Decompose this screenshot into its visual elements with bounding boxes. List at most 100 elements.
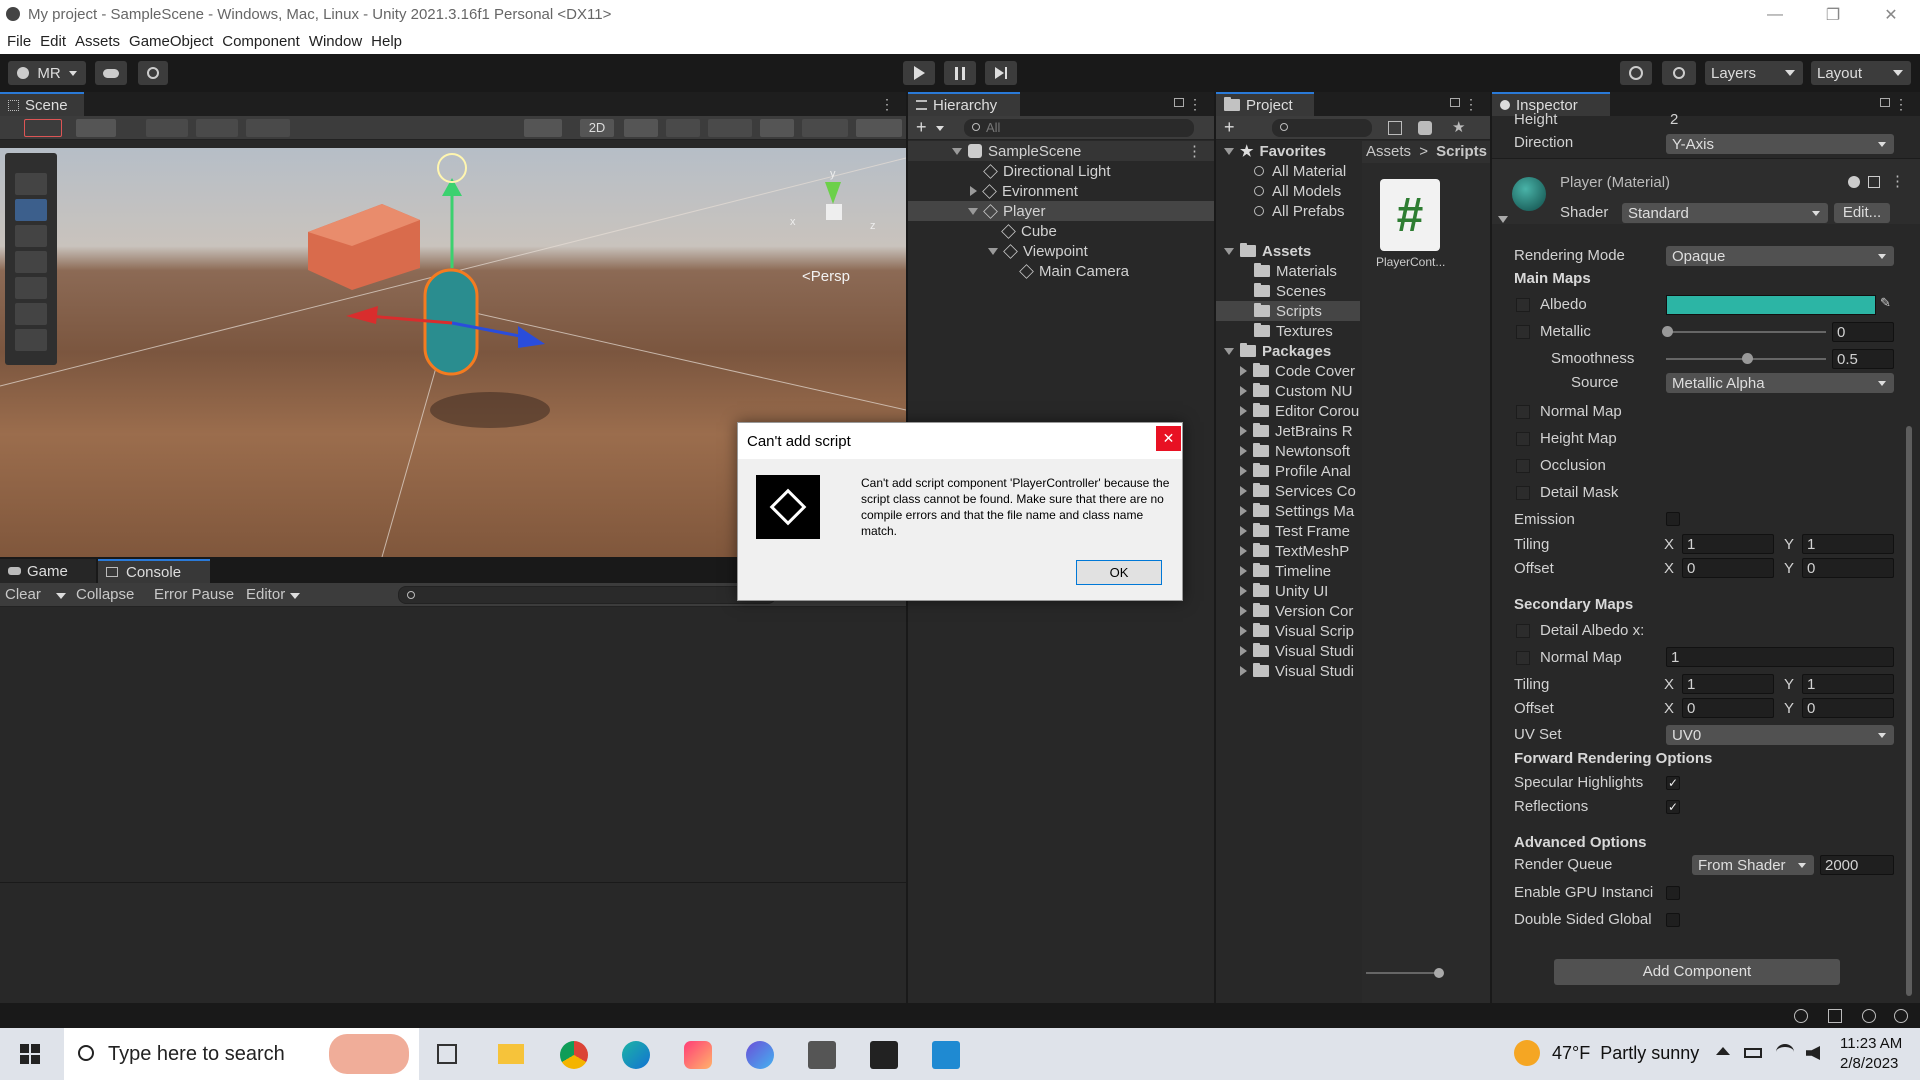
script-asset[interactable]: # <box>1380 179 1440 251</box>
volume-icon[interactable] <box>1806 1046 1820 1060</box>
hierarchy-item[interactable]: Evironment <box>908 181 1214 201</box>
smoothness-slider-handle[interactable] <box>1742 353 1753 364</box>
reflections-checkbox[interactable]: ✓ <box>1666 800 1680 814</box>
height-map-slot[interactable] <box>1516 432 1530 446</box>
lock-icon[interactable] <box>1450 98 1460 107</box>
panel-menu-icon[interactable]: ⋮ <box>1188 96 1202 113</box>
layout-dropdown[interactable]: Layout <box>1811 61 1911 85</box>
chrome-icon[interactable] <box>560 1041 588 1069</box>
normal-map-slot[interactable] <box>1516 405 1530 419</box>
tab-project[interactable]: Project <box>1216 92 1314 116</box>
tab-console[interactable]: Console <box>98 559 210 583</box>
menu-help[interactable]: Help <box>371 33 402 50</box>
tree-item-package[interactable]: Code Cover <box>1216 361 1360 381</box>
emission-checkbox[interactable] <box>1666 512 1680 526</box>
settings-icon[interactable] <box>1868 176 1880 188</box>
task-view-icon[interactable] <box>437 1044 457 1064</box>
render-queue-value-field[interactable]: 2000 <box>1820 855 1894 875</box>
expand-arrow-icon[interactable] <box>970 186 977 196</box>
dialog-ok-button[interactable]: OK <box>1076 560 1162 585</box>
file-explorer-icon[interactable] <box>498 1044 524 1064</box>
persp-label[interactable]: <Persp <box>802 268 850 285</box>
expand-arrow-icon[interactable] <box>968 207 978 215</box>
project-search-input[interactable] <box>1272 119 1372 137</box>
tiling2-x-field[interactable]: 1 <box>1682 674 1774 694</box>
search-by-type-icon[interactable] <box>1388 121 1402 135</box>
metallic-slider-track[interactable] <box>1666 331 1826 333</box>
metallic-value-field[interactable]: 0 <box>1832 322 1894 342</box>
console-detail-area[interactable] <box>0 882 906 1003</box>
close-window-button[interactable]: ✕ <box>1862 0 1920 29</box>
tree-item-package[interactable]: Editor Corou <box>1216 401 1360 421</box>
cloud-button[interactable] <box>95 61 127 85</box>
edit-shader-button[interactable]: Edit... <box>1834 203 1890 223</box>
status-icon[interactable] <box>1828 1009 1842 1023</box>
hierarchy-item[interactable]: Directional Light <box>908 161 1214 181</box>
collab-button[interactable] <box>138 61 168 85</box>
tiling-x-field[interactable]: 1 <box>1682 534 1774 554</box>
unity-hub-icon[interactable] <box>808 1041 836 1069</box>
foldout-arrow-icon[interactable] <box>1498 216 1508 223</box>
panel-menu-icon[interactable]: ⋮ <box>1894 96 1908 113</box>
layers-dropdown[interactable]: Layers <box>1705 61 1803 85</box>
favorite-star-icon[interactable]: ★ <box>1452 118 1465 136</box>
offset2-x-field[interactable]: 0 <box>1682 698 1774 718</box>
console-search-input[interactable] <box>398 586 776 604</box>
tree-item-folder[interactable]: Scenes <box>1216 281 1360 301</box>
double-sided-checkbox[interactable] <box>1666 913 1680 927</box>
expand-arrow-icon[interactable] <box>1240 446 1247 456</box>
rotate-tool-icon[interactable] <box>15 225 47 247</box>
menu-window[interactable]: Window <box>309 33 362 50</box>
menu-edit[interactable]: Edit <box>40 33 66 50</box>
menu-gameobject[interactable]: GameObject <box>129 33 213 50</box>
expand-arrow-icon[interactable] <box>1240 666 1247 676</box>
tree-item-folder[interactable]: Materials <box>1216 261 1360 281</box>
expand-arrow-icon[interactable] <box>1240 406 1247 416</box>
rendering-mode-dropdown[interactable]: Opaque <box>1666 246 1894 266</box>
tree-item-package[interactable]: Custom NU <box>1216 381 1360 401</box>
tiling2-y-field[interactable]: 1 <box>1802 674 1894 694</box>
render-queue-mode-dropdown[interactable]: From Shader <box>1692 855 1814 875</box>
dialog-close-button[interactable]: ✕ <box>1156 426 1181 451</box>
add-component-button[interactable]: Add Component <box>1554 959 1840 985</box>
effects-dropdown[interactable] <box>708 119 752 137</box>
search-by-label-icon[interactable] <box>1418 121 1432 135</box>
direction-dropdown[interactable]: Y-Axis <box>1666 134 1894 154</box>
tree-item-package[interactable]: Services Co <box>1216 481 1360 501</box>
grid-snap-dropdown[interactable] <box>146 119 188 137</box>
secondary-normal-map-slot[interactable] <box>1516 651 1530 665</box>
hierarchy-item[interactable]: Cube <box>908 221 1214 241</box>
search-button[interactable] <box>1662 61 1696 85</box>
tree-item-package[interactable]: Newtonsoft <box>1216 441 1360 461</box>
tab-game[interactable]: Game <box>0 559 96 583</box>
metallic-texture-slot[interactable] <box>1516 325 1530 339</box>
expand-arrow-icon[interactable] <box>1240 646 1247 656</box>
expand-arrow-icon[interactable] <box>1240 546 1247 556</box>
expand-arrow-icon[interactable] <box>952 147 962 155</box>
create-button[interactable]: + <box>916 117 927 138</box>
scale-tool-icon[interactable] <box>15 251 47 273</box>
tree-item-package[interactable]: Unity UI <box>1216 581 1360 601</box>
tree-item-package[interactable]: Visual Scrip <box>1216 621 1360 641</box>
expand-arrow-icon[interactable] <box>1224 147 1234 155</box>
expand-arrow-icon[interactable] <box>1240 366 1247 376</box>
tree-item-favorite[interactable]: All Prefabs <box>1216 201 1360 221</box>
lock-icon[interactable] <box>1174 98 1184 107</box>
detail-mask-slot[interactable] <box>1516 486 1530 500</box>
tab-scene[interactable]: Scene <box>0 92 84 116</box>
offset2-y-field[interactable]: 0 <box>1802 698 1894 718</box>
uv-set-dropdown[interactable]: UV0 <box>1666 725 1894 745</box>
tree-item-package[interactable]: Version Cor <box>1216 601 1360 621</box>
status-icon[interactable] <box>1794 1009 1808 1023</box>
chevron-up-icon[interactable] <box>1716 1047 1730 1055</box>
toggle-2d-button[interactable]: 2D <box>580 119 614 137</box>
zoom-slider[interactable] <box>1366 972 1436 974</box>
component-menu-icon[interactable]: ⋮ <box>1890 172 1905 190</box>
expand-arrow-icon[interactable] <box>1240 466 1247 476</box>
clear-button[interactable]: Clear <box>5 586 41 603</box>
expand-arrow-icon[interactable] <box>1240 386 1247 396</box>
lighting-toggle-icon[interactable] <box>624 119 658 137</box>
rect-tool-icon[interactable] <box>15 277 47 299</box>
tree-item-package[interactable]: Visual Studi <box>1216 641 1360 661</box>
expand-arrow-icon[interactable] <box>1240 526 1247 536</box>
